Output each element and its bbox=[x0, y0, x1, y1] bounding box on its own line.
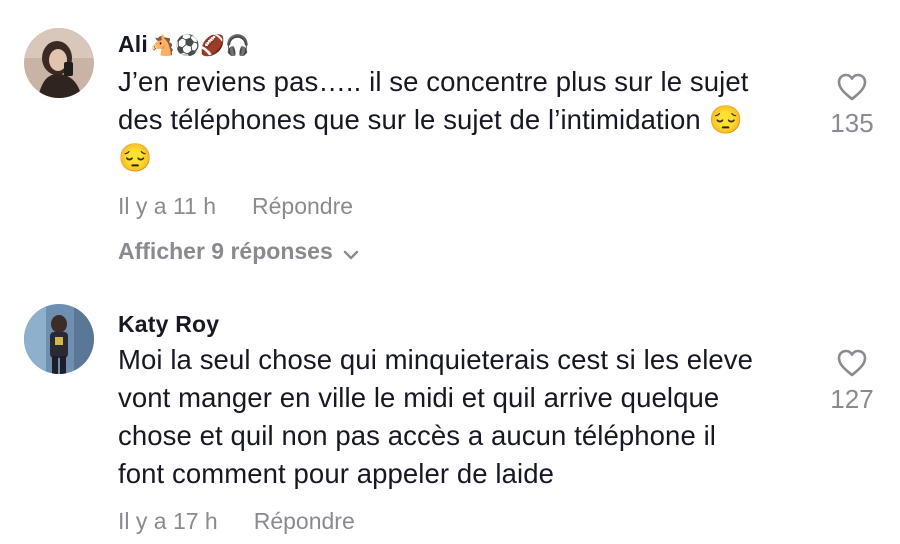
comment-text-line: Moi la seul chose qui minquieterais cest… bbox=[118, 344, 754, 375]
comment-text-line: vont manger en ville le midi et quil arr… bbox=[118, 382, 720, 413]
username-emojis: 🐴⚽🏈🎧 bbox=[150, 35, 251, 57]
like-count: 135 bbox=[830, 108, 874, 138]
avatar-image bbox=[24, 304, 94, 374]
avatar[interactable] bbox=[24, 28, 94, 98]
comment-text-line: des téléphones que sur le sujet de l’int… bbox=[118, 104, 743, 135]
like-button[interactable]: 135 bbox=[822, 72, 882, 139]
chevron-down-icon bbox=[343, 239, 359, 266]
comment-item: Katy Roy Moi la seul chose qui minquiete… bbox=[0, 290, 900, 544]
comment-username[interactable]: Katy Roy bbox=[118, 311, 219, 338]
reply-button[interactable]: Répondre bbox=[254, 508, 355, 534]
like-count: 127 bbox=[830, 384, 874, 414]
heart-outline-icon bbox=[837, 349, 867, 377]
like-button[interactable]: 127 bbox=[822, 348, 882, 415]
username-text: Ali bbox=[118, 31, 148, 57]
comment-username[interactable]: Ali 🐴⚽🏈🎧 bbox=[118, 31, 250, 58]
username-text: Katy Roy bbox=[118, 311, 220, 337]
avatar-image bbox=[24, 28, 94, 98]
comment-timestamp: Il y a 11 h bbox=[118, 193, 217, 219]
view-replies-button[interactable]: Afficher 9 réponses bbox=[118, 238, 359, 266]
comment-meta: Il y a 17 h Répondre bbox=[118, 508, 355, 535]
comment-text: Moi la seul chose qui minquieterais cest… bbox=[118, 341, 798, 493]
avatar[interactable] bbox=[24, 304, 94, 374]
heart-outline-icon bbox=[837, 73, 867, 101]
comment-text-line: 😔 bbox=[118, 142, 153, 173]
comment-text-line: font comment pour appeler de laide bbox=[118, 458, 555, 489]
comment-text: J’en reviens pas….. il se concentre plus… bbox=[118, 63, 798, 177]
comment-timestamp: Il y a 17 h bbox=[118, 508, 218, 534]
comment-text-line: chose et quil non pas accès a aucun télé… bbox=[118, 420, 716, 451]
comment-text-line: J’en reviens pas….. il se concentre plus… bbox=[118, 66, 749, 97]
view-replies-label: Afficher 9 réponses bbox=[118, 238, 333, 264]
comment-meta: Il y a 11 h Répondre bbox=[118, 193, 353, 220]
reply-button[interactable]: Répondre bbox=[252, 193, 353, 219]
comment-item: Ali 🐴⚽🏈🎧 J’en reviens pas….. il se concen… bbox=[0, 0, 900, 290]
